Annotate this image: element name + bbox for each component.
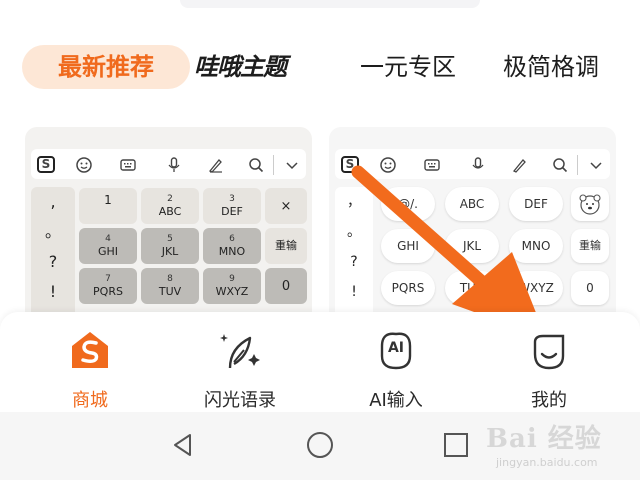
nav-flash-quotes[interactable]: 闪光语录 (180, 326, 300, 412)
keyboard-key: GHI (381, 229, 435, 263)
keyboard-toolbar: S (335, 149, 610, 179)
keyboard-icon (423, 156, 441, 174)
symbol-key: 。 (347, 224, 361, 240)
zero-key: 0 (265, 268, 307, 304)
ai-icon-text: AI (387, 340, 405, 356)
keyboard-toolbar: S (31, 149, 306, 179)
reinput-key: 重输 (571, 229, 609, 263)
symbol-key: , (50, 192, 56, 211)
nav-ai-label: AI输入 (369, 390, 423, 411)
back-icon[interactable] (168, 430, 198, 460)
nav-shop[interactable]: 商城 (30, 326, 150, 412)
tab-one-yuan[interactable]: 一元专区 (360, 45, 456, 89)
watermark-url: jingyan.baidu.com (496, 456, 598, 469)
chevron-down-icon (283, 156, 301, 174)
keyboard-key: 6 MNO (203, 228, 261, 264)
keyboard-key: 3 DEF (203, 188, 261, 224)
toolbar-divider (577, 155, 578, 175)
nav-mine[interactable]: 我的 (489, 326, 609, 412)
chevron-down-icon (587, 156, 605, 174)
microphone-icon (165, 156, 183, 174)
tab-minimal[interactable]: 极简格调 (503, 45, 599, 89)
symbol-column: ， 。 ? ! (335, 187, 373, 327)
search-icon (247, 156, 265, 174)
keyboard-key: 5 JKL (141, 228, 199, 264)
watermark-logo: Bai 经验 (486, 424, 602, 454)
search-icon (551, 156, 569, 174)
keyboard-key: PQRS (381, 271, 435, 305)
baidu-watermark: Bai 经验 jingyan.baidu.com (486, 418, 636, 476)
theme-store-screen: 最新推荐 哇哦主题 一元专区 极简格调 S , 。 ? ! 1 2 ABC 3 … (0, 0, 640, 480)
zero-key: 0 (571, 271, 609, 305)
emoji-icon (75, 156, 93, 174)
symbol-key: ， (347, 194, 361, 210)
keyboard-key: 2 ABC (141, 188, 199, 224)
nav-mine-label: 我的 (531, 390, 567, 411)
theme-card-default[interactable]: S , 。 ? ! 1 2 ABC 3 DEF × 4 GHI 5 JKL 6 … (25, 127, 312, 327)
toolbar-divider (273, 155, 274, 175)
symbol-key: ? (48, 252, 58, 271)
keyboard-key: 8 TUV (141, 268, 199, 304)
symbol-key: ! (49, 282, 57, 301)
nav-shop-label: 商城 (72, 390, 108, 411)
bottom-navigation: 商城 闪光语录 AI AI输入 我的 (0, 312, 640, 412)
keyboard-icon (119, 156, 137, 174)
keyboard-key: MNO (509, 229, 563, 263)
keyboard-key: TUV (445, 271, 499, 305)
search-bar-remnant (180, 0, 480, 8)
symbol-key: 。 (44, 222, 61, 241)
tab-recommend[interactable]: 最新推荐 (22, 45, 190, 89)
microphone-icon (469, 156, 487, 174)
smile-face-icon (533, 334, 565, 370)
keyboard-key: 9 WXYZ (203, 268, 261, 304)
symbol-key: ! (351, 284, 357, 300)
sogou-logo-icon: S (37, 156, 55, 173)
recents-icon[interactable] (441, 430, 471, 460)
keyboard-key: 1 (79, 188, 137, 224)
emoji-icon (379, 156, 397, 174)
keyboard-key: ABC (445, 187, 499, 221)
delete-key: × (265, 188, 307, 224)
keyboard-key: 4 GHI (79, 228, 137, 264)
shop-icon (72, 332, 108, 368)
category-tabs: 最新推荐 哇哦主题 一元专区 极简格调 (0, 40, 640, 92)
symbol-column: , 。 ? ! (31, 187, 75, 327)
keyboard-key: JKL (445, 229, 499, 263)
sogou-logo-icon: S (341, 156, 359, 173)
reinput-key: 重输 (265, 228, 307, 264)
handwriting-icon (207, 156, 225, 174)
keyboard-key: WXYZ (509, 271, 563, 305)
keyboard-key: 7 PQRS (79, 268, 137, 304)
feather-sparkle-icon (220, 334, 260, 369)
nav-flash-label: 闪光语录 (204, 390, 276, 411)
keyboard-key: @/. (381, 187, 435, 221)
symbol-key: ? (350, 254, 358, 270)
home-icon[interactable] (305, 430, 335, 460)
keyboard-key: DEF (509, 187, 563, 221)
bear-sticker-icon (571, 187, 609, 221)
theme-card-cute[interactable]: S ， 。 ? ! @/. ABC DEF GHI JKL MNO 重输 PQR… (329, 127, 616, 327)
handwriting-icon (511, 156, 529, 174)
nav-ai-input[interactable]: AI AI输入 (336, 326, 456, 412)
tab-wawa-theme[interactable]: 哇哦主题 (194, 45, 287, 89)
